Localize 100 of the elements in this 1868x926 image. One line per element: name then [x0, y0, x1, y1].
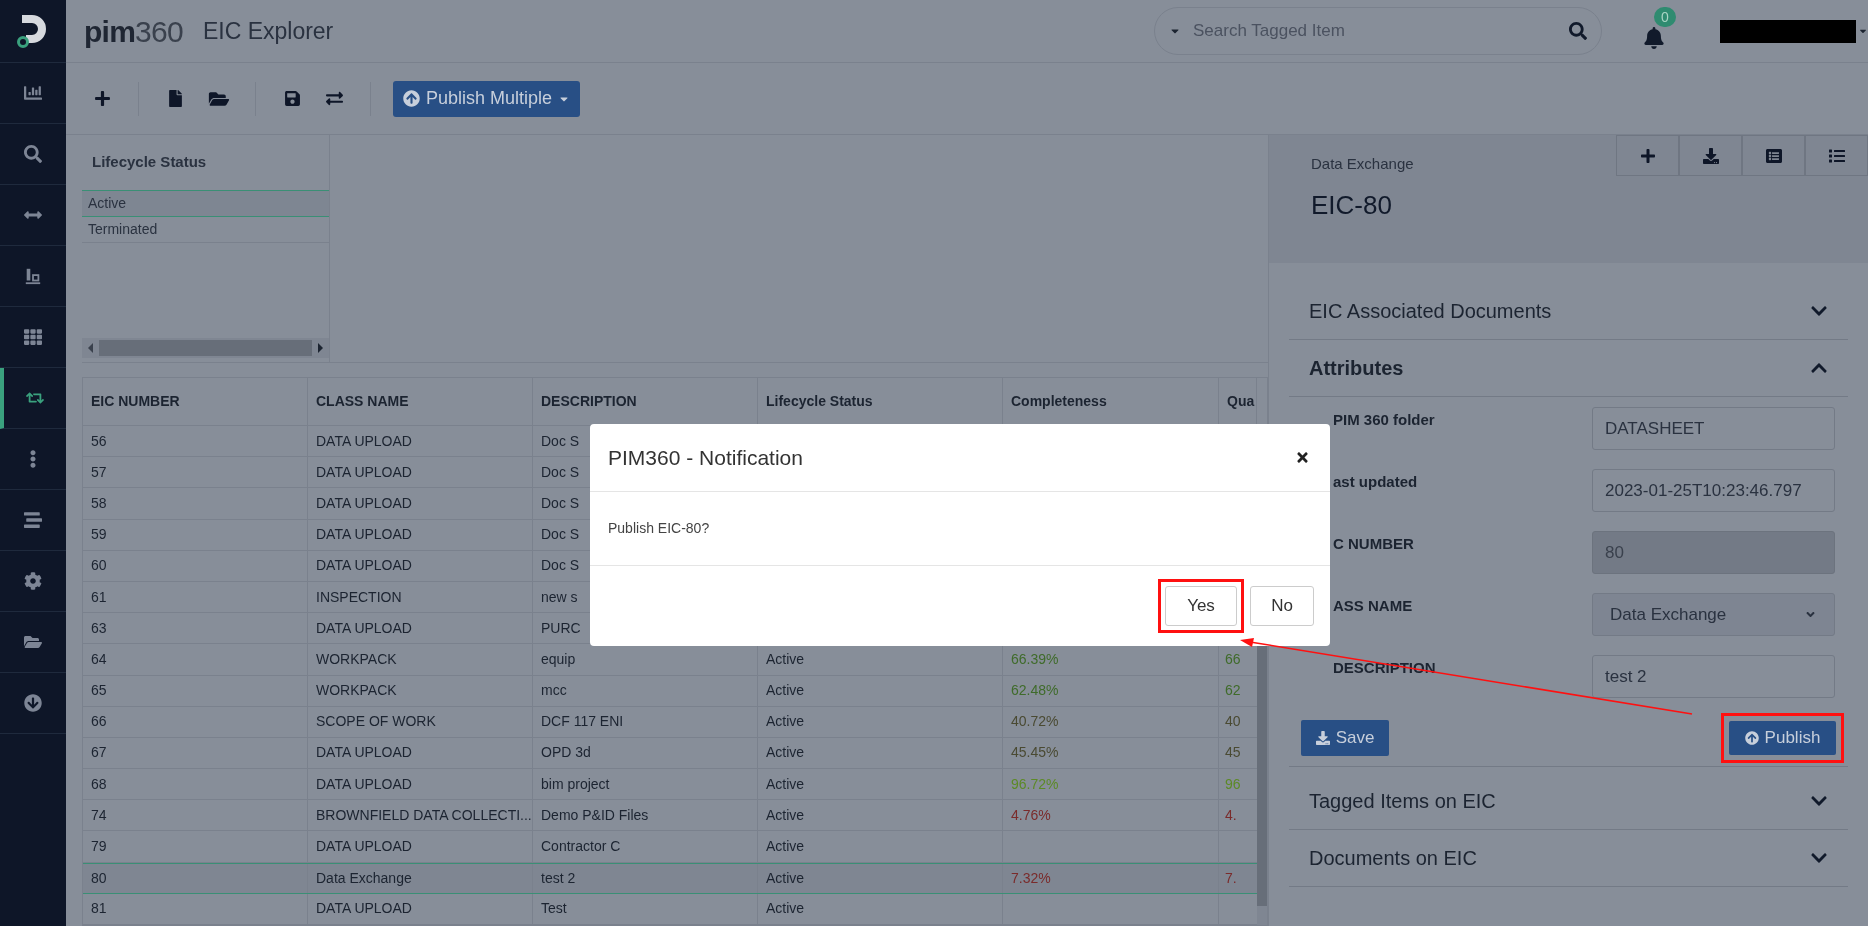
- upload-icon: [1744, 730, 1759, 745]
- table-cell: 81: [83, 893, 308, 924]
- field-label: ASS NAME: [1332, 596, 1414, 616]
- table-cell: 74: [83, 800, 308, 831]
- table-row[interactable]: 66 SCOPE OF WORK DCF 117 ENI Active 40.72% 40: [83, 706, 1257, 738]
- table-cell-text: Active: [766, 868, 805, 888]
- settings-icon: [24, 572, 42, 590]
- table-cell: test 2: [533, 863, 758, 893]
- download-button[interactable]: [1679, 135, 1742, 176]
- table-cell: DATA UPLOAD: [308, 831, 533, 862]
- no-button[interactable]: No: [1250, 586, 1314, 626]
- document-list-button[interactable]: [1742, 135, 1805, 176]
- upload-icon: [403, 90, 420, 107]
- yes-button[interactable]: Yes: [1165, 586, 1237, 626]
- page-title: EIC Explorer: [202, 16, 334, 46]
- table-cell: Contractor C: [533, 831, 758, 862]
- folder-icon: [24, 633, 42, 651]
- text-field[interactable]: DATASHEET: [1592, 407, 1835, 450]
- list-icon: [24, 511, 42, 529]
- table-cell: mcc: [533, 675, 758, 706]
- grid-icon: [24, 328, 42, 346]
- table-cell: 65: [83, 675, 308, 706]
- table-cell: OPD 3d: [533, 737, 758, 769]
- notification-bell[interactable]: [1642, 25, 1666, 51]
- sidebar-item[interactable]: [0, 368, 66, 429]
- table-cell: WORKPACK: [308, 644, 533, 675]
- file-icon: [167, 90, 183, 107]
- table-row[interactable]: 68 DATA UPLOAD bim project Active 96.72% 96: [83, 769, 1257, 801]
- field-label: PIM 360 folder: [1332, 410, 1436, 430]
- table-cell: DATA UPLOAD: [308, 769, 533, 800]
- table-row[interactable]: 80 Data Exchange test 2 Active 7.32% 7.: [83, 862, 1257, 894]
- table-cell-text: Active: [766, 743, 805, 763]
- filter-option[interactable]: Terminated: [82, 217, 329, 243]
- detail-title: EIC-80: [1311, 188, 1393, 222]
- table-row[interactable]: 79 DATA UPLOAD Contractor C Active: [83, 831, 1257, 863]
- search-icon: [1569, 22, 1587, 40]
- table-cell: WORKPACK: [308, 675, 533, 706]
- table-cell-text: 40.72%: [1011, 712, 1059, 732]
- app-logo: pim360: [84, 13, 183, 50]
- table-row[interactable]: 65 WORKPACK mcc Active 62.48% 62: [83, 675, 1257, 707]
- add-button[interactable]: [1616, 135, 1679, 176]
- download-icon: [1702, 147, 1719, 164]
- table-cell: Test: [533, 893, 758, 924]
- publish-multiple-button[interactable]: Publish Multiple: [393, 80, 581, 117]
- table-cell-text: 96.72%: [1011, 774, 1059, 794]
- table-cell: DCF 117 ENI: [533, 706, 758, 737]
- publish-button[interactable]: Publish: [1729, 720, 1836, 755]
- table-cell-text: 7.32%: [1011, 868, 1051, 888]
- table-cell-text: 40: [1225, 712, 1241, 732]
- table-cell-text: Active: [766, 837, 805, 857]
- table-cell: 64: [83, 644, 308, 675]
- search-input[interactable]: Search Tagged Item: [1193, 18, 1557, 44]
- table-cell-text: 45: [1225, 743, 1241, 763]
- table-cell-text: 66.39%: [1011, 649, 1059, 669]
- table-cell-text: 96: [1225, 774, 1241, 794]
- table-cell-text: Active: [766, 899, 805, 919]
- bell-icon: [1643, 27, 1665, 49]
- download-icon: [24, 694, 42, 712]
- table-cell-text: 7.: [1225, 868, 1237, 888]
- table-cell: DATA UPLOAD: [308, 550, 533, 581]
- table-cell: DATA UPLOAD: [308, 519, 533, 550]
- exchange-icon: [324, 90, 344, 107]
- table-cell: DATA UPLOAD: [308, 457, 533, 488]
- accordion-header[interactable]: Attributes: [1289, 340, 1848, 397]
- table-cell: 68: [83, 769, 308, 800]
- table-cell: INSPECTION: [308, 581, 533, 613]
- detail-subtitle: Data Exchange: [1311, 154, 1414, 174]
- table-cell: 61: [83, 581, 308, 613]
- table-cell-text: Active: [766, 681, 805, 701]
- table-cell: DATA UPLOAD: [308, 893, 533, 924]
- filter-option[interactable]: Active: [82, 191, 329, 217]
- save-button[interactable]: Save: [1301, 719, 1389, 756]
- horizontal-scrollbar[interactable]: [82, 338, 329, 358]
- text-field[interactable]: test 2: [1592, 655, 1835, 698]
- table-row[interactable]: 81 DATA UPLOAD Test Active: [83, 893, 1257, 925]
- select-field[interactable]: Data Exchange: [1592, 593, 1835, 636]
- table-cell: SCOPE OF WORK: [308, 706, 533, 737]
- table-cell-text: Active: [766, 649, 805, 669]
- plus-icon: [93, 90, 111, 107]
- column-header[interactable]: CLASS NAME: [308, 378, 533, 425]
- accordion-header[interactable]: Tagged Items on EIC: [1289, 773, 1848, 830]
- table-cell-text: 62: [1225, 681, 1241, 701]
- table-cell-text: Active: [766, 774, 805, 794]
- notification-count: 0: [1654, 7, 1676, 27]
- table-cell: 80: [83, 863, 308, 893]
- list-button[interactable]: [1805, 135, 1868, 176]
- table-cell: 56: [83, 426, 308, 457]
- building-icon: [24, 267, 42, 285]
- table-row[interactable]: 67 DATA UPLOAD OPD 3d Active 45.45% 45: [83, 737, 1257, 770]
- table-cell-text: Active: [766, 805, 805, 825]
- text-field[interactable]: 2023-01-25T10:23:46.797: [1592, 469, 1835, 512]
- list-icon: [1828, 147, 1845, 164]
- table-row[interactable]: 74 BROWNFIELD DATA COLLECTI... Demo P&ID Files Active 4.76% 4.: [83, 800, 1257, 832]
- table-cell: 66: [83, 706, 308, 737]
- accordion-header[interactable]: Documents on EIC: [1289, 830, 1848, 887]
- folder-icon: [208, 89, 230, 108]
- accordion-header[interactable]: EIC Associated Documents: [1289, 283, 1848, 340]
- table-cell-text: 45.45%: [1011, 743, 1059, 763]
- column-header[interactable]: EIC NUMBER: [83, 378, 308, 425]
- list-box-icon: [1765, 147, 1782, 164]
